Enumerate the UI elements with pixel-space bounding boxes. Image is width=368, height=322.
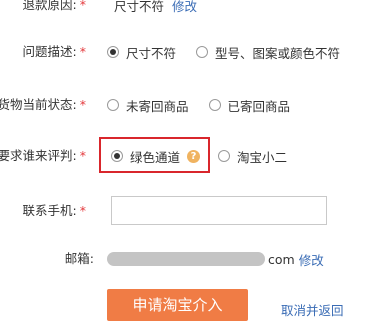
option-label: 型号、图案或颜色不符 bbox=[215, 45, 341, 61]
email-label: 邮箱: bbox=[64, 251, 94, 266]
apply-taobao-intervention-button[interactable]: 申请淘宝介入 bbox=[107, 289, 248, 321]
issue-option-size-mismatch[interactable]: 尺寸不符 bbox=[107, 43, 176, 62]
option-label: 淘宝小二 bbox=[237, 149, 288, 165]
email-field: com 修改 bbox=[107, 248, 324, 270]
option-label: 已寄回商品 bbox=[227, 98, 291, 114]
required-star: * bbox=[79, 148, 86, 163]
email-edit-link[interactable]: 修改 bbox=[299, 250, 324, 269]
radio-checked-icon[interactable] bbox=[111, 150, 123, 162]
goods-option-not-returned[interactable]: 未寄回商品 bbox=[107, 96, 189, 115]
issue-description-options: 尺寸不符 型号、图案或颜色不符 bbox=[107, 41, 340, 63]
help-icon[interactable]: ? bbox=[187, 149, 201, 163]
required-star: * bbox=[79, 203, 86, 218]
phone-input[interactable] bbox=[111, 196, 327, 225]
judge-option-taobao-staff[interactable]: 淘宝小二 bbox=[218, 147, 287, 166]
radio-checked-icon[interactable] bbox=[107, 46, 119, 58]
issue-description-label: 问题描述: * bbox=[22, 44, 86, 59]
goods-status-options: 未寄回商品 已寄回商品 bbox=[107, 94, 290, 116]
option-label: 未寄回商品 bbox=[126, 98, 189, 114]
radio-unchecked-icon[interactable] bbox=[107, 99, 119, 111]
issue-option-model-mismatch[interactable]: 型号、图案或颜色不符 bbox=[196, 43, 340, 62]
judge-options: 绿色通道 ? 淘宝小二 bbox=[111, 145, 287, 167]
judge-option-green-channel[interactable]: 绿色通道 ? bbox=[111, 147, 201, 166]
email-redacted bbox=[107, 252, 265, 266]
refund-reason-label: 退款原因: * bbox=[23, 0, 86, 16]
refund-reason-value: 尺寸不符 bbox=[114, 0, 165, 14]
option-label: 尺寸不符 bbox=[126, 45, 177, 61]
email-row: 邮箱: com 修改 bbox=[0, 248, 368, 270]
goods-status-row: 货物当前状态: * 未寄回商品 已寄回商品 bbox=[0, 94, 368, 116]
required-star: * bbox=[79, 0, 86, 12]
required-star: * bbox=[79, 44, 86, 59]
radio-unchecked-icon[interactable] bbox=[218, 150, 231, 162]
cancel-and-return-link[interactable]: 取消并返回 bbox=[281, 300, 344, 319]
option-label: 绿色通道 bbox=[130, 149, 181, 165]
goods-status-label: 货物当前状态: * bbox=[0, 97, 86, 112]
issue-description-row: 问题描述: * 尺寸不符 型号、图案或颜色不符 bbox=[0, 41, 368, 63]
radio-unchecked-icon[interactable] bbox=[196, 46, 209, 58]
judge-row: 要求谁来评判: * 绿色通道 ? 淘宝小二 bbox=[0, 145, 368, 167]
phone-label: 联系手机: * bbox=[22, 203, 86, 218]
required-star: * bbox=[79, 97, 86, 112]
refund-reason-field: 尺寸不符 修改 bbox=[114, 0, 197, 16]
email-suffix: com bbox=[268, 251, 295, 267]
refund-reason-row: 退款原因: * 尺寸不符 修改 bbox=[0, 0, 368, 16]
radio-unchecked-icon[interactable] bbox=[208, 99, 221, 111]
refund-reason-edit-link[interactable]: 修改 bbox=[172, 0, 197, 15]
judge-label: 要求谁来评判: * bbox=[0, 148, 86, 163]
goods-option-returned[interactable]: 已寄回商品 bbox=[208, 96, 291, 115]
